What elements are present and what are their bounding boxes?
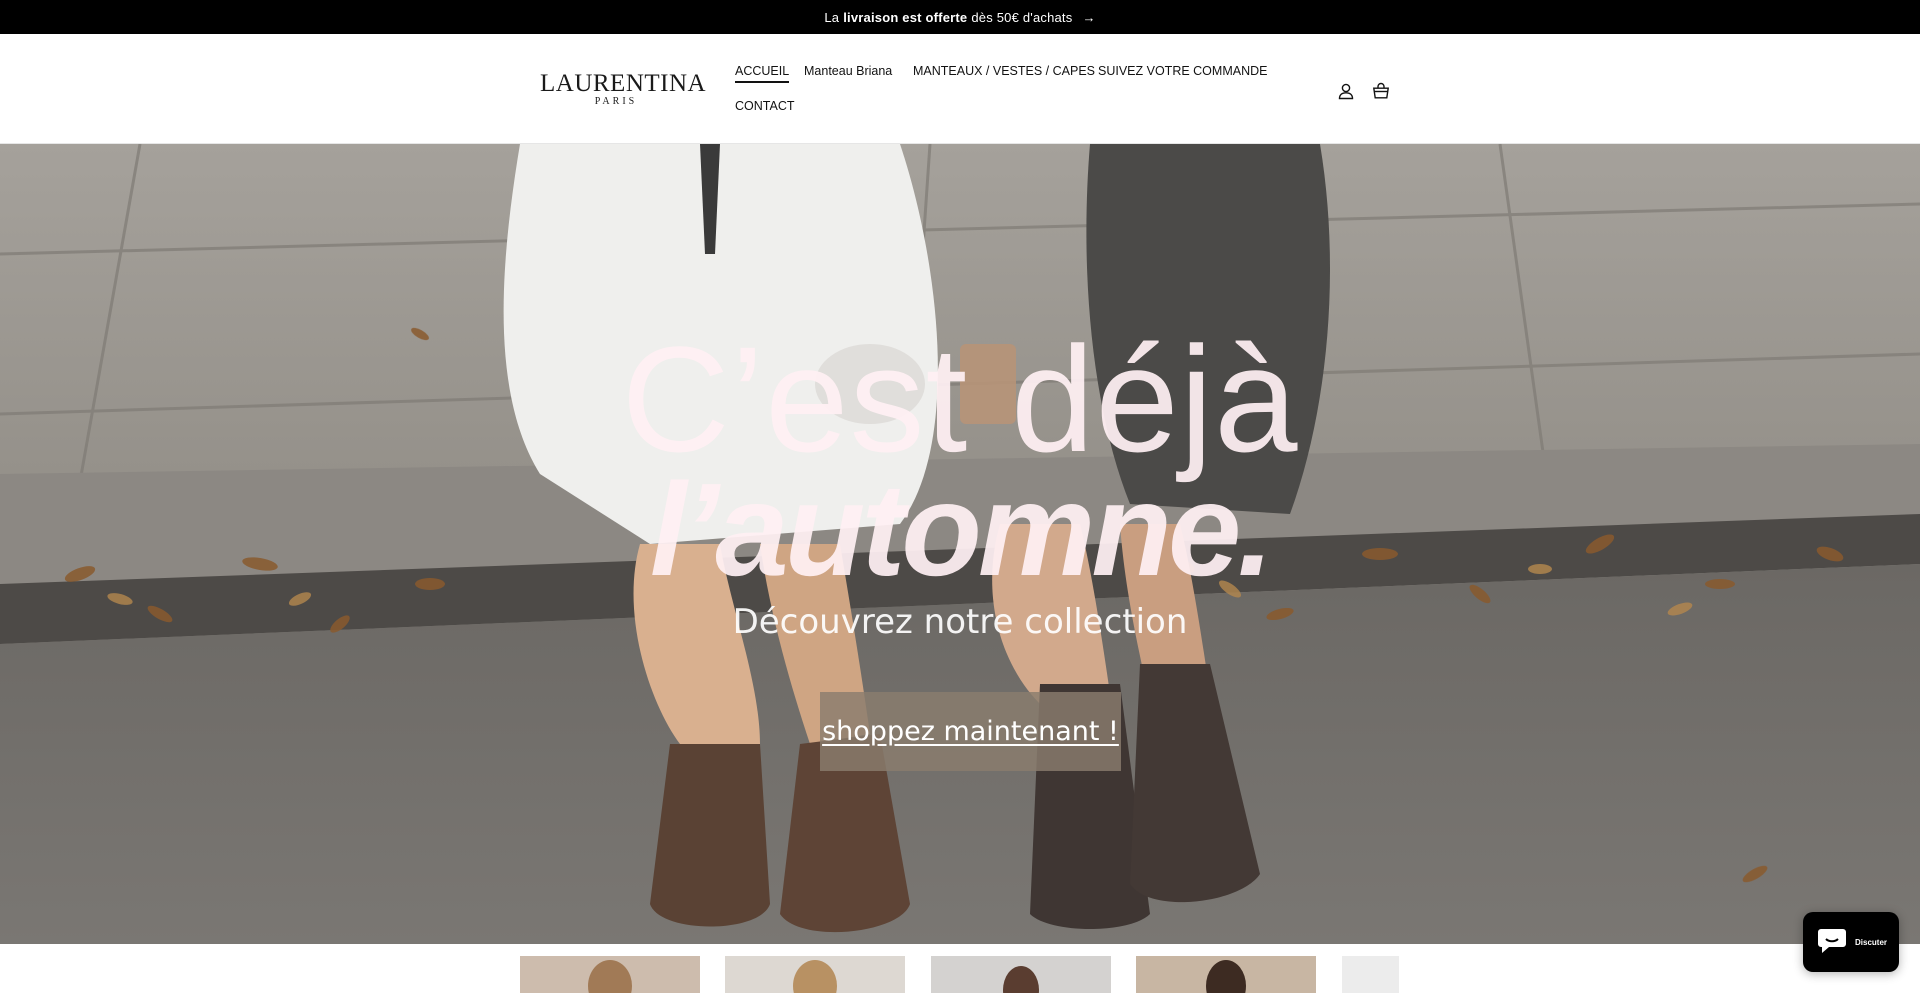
product-thumbnail[interactable] bbox=[931, 956, 1111, 993]
announcement-bold: livraison est offerte bbox=[843, 9, 968, 25]
nav-item-manteau-briana[interactable]: Manteau Briana bbox=[804, 63, 892, 79]
brand-logo[interactable]: LAURENTINA PARIS bbox=[540, 70, 707, 107]
chat-icon bbox=[1817, 926, 1847, 959]
announcement-prefix: La bbox=[824, 9, 840, 25]
nav-item-contact[interactable]: CONTACT bbox=[735, 98, 795, 114]
cart-icon[interactable] bbox=[1368, 78, 1394, 104]
announcement-link[interactable]: La livraison est offerte dès 50€ d'achat… bbox=[824, 10, 1095, 25]
nav-item-accueil[interactable]: ACCUEIL bbox=[735, 63, 790, 83]
chat-button[interactable]: Discuter bbox=[1803, 912, 1899, 972]
chat-label: Discuter bbox=[1855, 937, 1888, 947]
brand-name: LAURENTINA bbox=[540, 70, 707, 97]
hero-headline-2: l’automne. bbox=[649, 456, 1274, 603]
hero-banner: C’est déjà l’automne. Découvrez notre co… bbox=[0, 144, 1920, 944]
product-thumbnail[interactable] bbox=[1136, 956, 1316, 993]
product-thumbnail[interactable] bbox=[1342, 956, 1399, 993]
product-thumbnail[interactable] bbox=[725, 956, 905, 993]
announcement-bar: La livraison est offerte dès 50€ d'achat… bbox=[0, 0, 1920, 34]
brand-tagline: PARIS bbox=[594, 96, 638, 107]
nav-item-manteaux-vestes-capes[interactable]: MANTEAUX / VESTES / CAPES bbox=[913, 63, 1095, 79]
product-strip bbox=[0, 956, 1920, 993]
nav-item-suivez-commande[interactable]: SUIVEZ VOTRE COMMANDE bbox=[1098, 63, 1267, 79]
arrow-right-icon: → bbox=[1082, 9, 1096, 25]
product-thumbnail[interactable] bbox=[520, 956, 700, 993]
shop-now-button[interactable]: shoppez maintenant ! bbox=[820, 692, 1121, 771]
site-header: LAURENTINA PARIS ACCUEIL Manteau Briana … bbox=[0, 34, 1920, 144]
hero-subheading: Découvrez notre collection bbox=[732, 602, 1188, 642]
account-icon[interactable] bbox=[1333, 78, 1359, 104]
hero-headline-1: C’est déjà bbox=[621, 315, 1299, 483]
announcement-suffix: dès 50€ d'achats bbox=[971, 9, 1073, 25]
